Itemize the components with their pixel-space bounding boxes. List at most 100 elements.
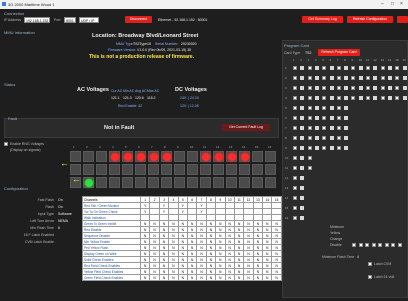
pc-checkbox[interactable] <box>307 116 312 120</box>
pc-checkbox[interactable] <box>300 136 305 140</box>
pc-checkbox[interactable] <box>329 116 334 120</box>
pc-checkbox[interactable] <box>351 76 356 80</box>
table-cell[interactable]: N <box>149 274 160 281</box>
pc-checkbox[interactable] <box>293 86 297 90</box>
pc-checkbox[interactable] <box>322 76 327 80</box>
ip-address-input[interactable]: 192.168.1.152 <box>24 17 50 23</box>
pc-checkbox[interactable] <box>300 76 305 80</box>
pc-checkbox[interactable] <box>336 146 341 150</box>
pc-checkbox[interactable] <box>322 86 327 90</box>
pc-checkbox[interactable] <box>344 66 349 70</box>
pc-checkbox[interactable] <box>314 86 319 90</box>
min-yellow-disable-checkbox[interactable] <box>365 243 369 247</box>
pc-checkbox[interactable] <box>373 66 378 70</box>
pc-checkbox[interactable] <box>344 116 349 120</box>
pc-checkbox[interactable] <box>300 106 305 110</box>
pc-checkbox[interactable] <box>380 86 385 90</box>
min-yellow-disable-checkbox[interactable] <box>358 243 363 247</box>
table-cell[interactable]: N <box>215 274 226 281</box>
pc-checkbox[interactable] <box>314 136 319 140</box>
pc-checkbox[interactable] <box>329 86 334 90</box>
table-cell[interactable]: N <box>139 274 151 281</box>
min-yellow-disable-checkbox[interactable] <box>391 243 395 247</box>
pc-checkbox[interactable] <box>314 106 319 110</box>
pc-checkbox[interactable] <box>329 146 334 150</box>
pc-checkbox[interactable] <box>351 96 356 100</box>
close-icon[interactable]: × <box>400 1 403 7</box>
pc-checkbox[interactable] <box>293 96 297 100</box>
table-cell[interactable]: N <box>243 274 254 281</box>
pc-checkbox[interactable] <box>380 96 385 100</box>
pc-checkbox[interactable] <box>300 146 305 150</box>
pc-checkbox[interactable] <box>402 66 407 70</box>
pc-checkbox[interactable] <box>358 96 363 100</box>
pc-checkbox[interactable] <box>366 66 370 70</box>
pc-checkbox[interactable] <box>402 96 407 100</box>
table-cell[interactable]: N <box>186 274 198 281</box>
pc-checkbox[interactable] <box>373 86 378 90</box>
pc-checkbox[interactable] <box>314 116 319 120</box>
pc-checkbox[interactable] <box>307 146 312 150</box>
pc-checkbox[interactable] <box>402 76 407 80</box>
pc-checkbox[interactable] <box>387 66 392 70</box>
min-yellow-disable-checkbox[interactable] <box>371 243 376 247</box>
pc-checkbox[interactable] <box>293 76 297 80</box>
pc-checkbox[interactable] <box>344 146 349 150</box>
pc-checkbox[interactable] <box>293 126 297 130</box>
pc-checkbox[interactable] <box>329 136 334 140</box>
pc-checkbox[interactable] <box>322 66 327 70</box>
table-cell[interactable]: N <box>252 274 264 281</box>
pc-checkbox[interactable] <box>344 106 349 110</box>
pc-checkbox[interactable] <box>351 86 356 90</box>
pc-checkbox[interactable] <box>307 66 312 70</box>
pc-checkbox[interactable] <box>307 106 312 110</box>
get-current-fault-log-button[interactable]: Get Current Fault Log <box>222 124 270 131</box>
pc-checkbox[interactable] <box>307 96 312 100</box>
pc-checkbox[interactable] <box>300 96 305 100</box>
pc-checkbox[interactable] <box>314 66 319 70</box>
pc-checkbox[interactable] <box>329 96 334 100</box>
pc-checkbox[interactable] <box>336 126 341 130</box>
table-cell[interactable]: N <box>168 274 179 281</box>
pc-checkbox[interactable] <box>322 106 327 110</box>
pc-checkbox[interactable] <box>373 96 378 100</box>
pc-checkbox[interactable] <box>293 196 297 200</box>
config-field-value[interactable]: On <box>58 205 63 209</box>
maximize-icon[interactable]: □ <box>391 1 394 7</box>
pc-checkbox[interactable] <box>336 86 341 90</box>
pc-checkbox[interactable] <box>387 86 392 90</box>
pc-checkbox[interactable] <box>293 106 297 110</box>
pc-checkbox[interactable] <box>307 156 312 160</box>
pc-checkbox[interactable] <box>293 206 297 210</box>
pc-checkbox[interactable] <box>307 86 312 90</box>
table-cell[interactable]: N <box>271 274 282 281</box>
pc-checkbox[interactable] <box>307 126 312 130</box>
table-cell[interactable]: N <box>262 274 273 281</box>
latch-24v-checkbox[interactable] <box>368 275 372 279</box>
protocol-select[interactable]: UDP / IP <box>79 17 99 23</box>
pc-checkbox[interactable] <box>344 96 349 100</box>
pc-checkbox[interactable] <box>329 76 334 80</box>
config-field-value[interactable]: Software <box>58 212 72 216</box>
pc-checkbox[interactable] <box>402 86 407 90</box>
pc-checkbox[interactable] <box>293 186 297 190</box>
pc-checkbox[interactable] <box>293 156 297 160</box>
table-cell[interactable]: N <box>196 274 207 281</box>
pc-checkbox[interactable] <box>293 116 297 120</box>
get-summary-log-button[interactable]: Get Summary Log <box>302 16 343 23</box>
pc-checkbox[interactable] <box>314 146 319 150</box>
pc-checkbox[interactable] <box>358 66 363 70</box>
refresh-configuration-button[interactable]: Refresh Configuration <box>347 16 393 23</box>
pc-checkbox[interactable] <box>300 86 305 90</box>
pc-checkbox[interactable] <box>322 116 327 120</box>
pc-checkbox[interactable] <box>314 96 319 100</box>
pc-checkbox[interactable] <box>293 216 297 220</box>
config-field-value[interactable]: 6 <box>58 226 60 230</box>
min-yellow-disable-checkbox[interactable] <box>397 243 402 247</box>
pc-checkbox[interactable] <box>344 136 349 140</box>
pc-checkbox[interactable] <box>293 66 297 70</box>
pc-checkbox[interactable] <box>395 96 400 100</box>
pc-checkbox[interactable] <box>358 86 363 90</box>
rng-checkbox[interactable] <box>4 142 8 146</box>
minimize-icon[interactable]: – <box>381 1 384 7</box>
